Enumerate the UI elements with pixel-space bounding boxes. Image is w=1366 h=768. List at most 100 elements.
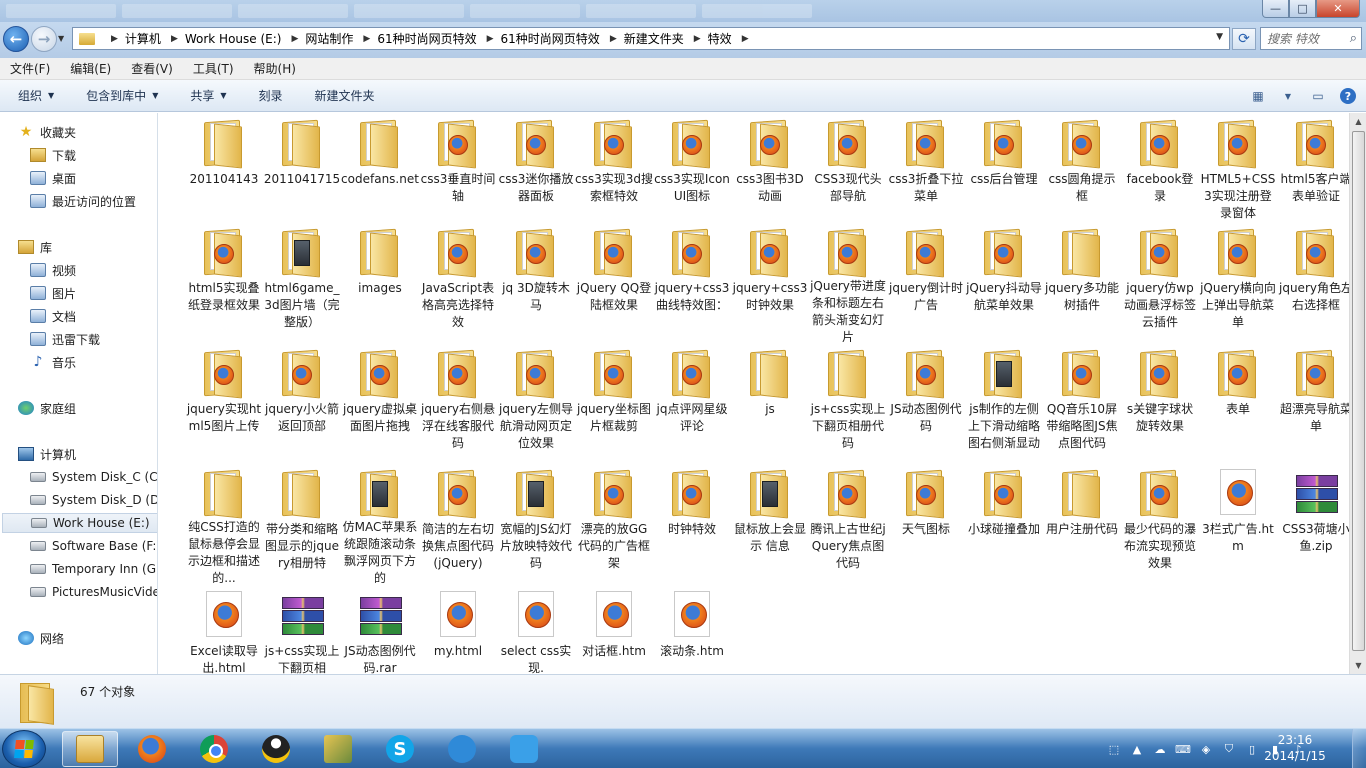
search-icon[interactable]: ⌕ [1350, 31, 1357, 46]
nav-network[interactable]: 网络 [18, 628, 157, 648]
menu-file[interactable]: 文件(F) [0, 60, 60, 77]
folder-item[interactable]: QQ音乐10屏带缩略图JS焦点图代码 [1043, 343, 1121, 463]
recent-pages-dropdown[interactable]: ▼ [58, 34, 64, 43]
breadcrumb-item[interactable]: 网站制作 [305, 30, 353, 47]
file-item[interactable]: 对话框.htm [575, 585, 653, 674]
nav-drive-e[interactable]: Work House (E:) [2, 513, 157, 533]
nav-documents[interactable]: 文档 [30, 306, 157, 326]
nav-computer[interactable]: 计算机 [18, 444, 157, 464]
preview-pane-icon[interactable]: ▭ [1310, 88, 1326, 104]
folder-item[interactable]: JS动态图例代码 [887, 343, 965, 463]
folder-item[interactable]: css3图书3D动画 [731, 113, 809, 233]
organize-button[interactable]: 组织 ▼ [0, 87, 68, 104]
breadcrumb-item[interactable]: 特效 [708, 30, 732, 47]
folder-item[interactable]: jquery左侧导航滑动网页定位效果 [497, 343, 575, 463]
breadcrumb-separator-icon[interactable]: ▶ [291, 34, 298, 44]
nav-libraries[interactable]: 库 [18, 237, 157, 257]
menu-edit[interactable]: 编辑(E) [60, 60, 121, 77]
help-icon[interactable]: ? [1340, 88, 1356, 104]
folder-item[interactable]: jquery小火箭返回顶部 [263, 343, 341, 463]
file-item[interactable]: my.html [419, 585, 497, 674]
folder-item[interactable]: 天气图标 [887, 463, 965, 583]
tray-phone-icon[interactable]: ▯ [1244, 741, 1260, 757]
breadcrumb-separator-icon[interactable]: ▶ [363, 34, 370, 44]
folder-item[interactable]: jQuery带进度条和标题左右箭头渐变幻灯片 [809, 222, 887, 342]
taskbar-firefox[interactable] [124, 731, 180, 767]
taskbar-explorer[interactable] [62, 731, 118, 767]
taskbar-skype[interactable]: S [372, 731, 428, 767]
folder-item[interactable]: 表单 [1199, 343, 1277, 463]
nav-downloads[interactable]: 下载 [30, 145, 157, 165]
menu-help[interactable]: 帮助(H) [244, 60, 306, 77]
folder-item[interactable]: 腾讯上古世纪jQuery焦点图代码 [809, 463, 887, 583]
folder-item[interactable]: jQuery抖动导航菜单效果 [965, 222, 1043, 342]
taskbar-notes[interactable] [496, 731, 552, 767]
nav-drive-h[interactable]: PicturesMusicVide [30, 582, 157, 602]
folder-item[interactable]: jquery仿wp动画悬浮标签云插件 [1121, 222, 1199, 342]
folder-item[interactable]: facebook登录 [1121, 113, 1199, 233]
chevron-down-icon[interactable]: ▼ [1280, 88, 1296, 104]
close-button[interactable]: ✕ [1316, 0, 1360, 18]
scroll-up-arrow-icon[interactable]: ▲ [1350, 113, 1366, 130]
folder-item[interactable]: html5客户端表单验证 [1277, 113, 1349, 233]
tray-network-icon[interactable]: ◈ [1198, 741, 1214, 757]
folder-item[interactable]: jquery角色左右选择框 [1277, 222, 1349, 342]
folder-item[interactable]: 带分类和缩略图显示的jquery相册特 [263, 463, 341, 583]
folder-item[interactable]: images [341, 222, 419, 342]
nav-favorites[interactable]: ★ 收藏夹 [18, 122, 157, 142]
burn-button[interactable]: 刻录 [241, 87, 297, 104]
folder-item[interactable]: js [731, 343, 809, 463]
nav-music[interactable]: ♪ 音乐 [30, 352, 157, 372]
folder-item[interactable]: CSS3现代头部导航 [809, 113, 887, 233]
maximize-button[interactable]: □ [1289, 0, 1316, 18]
scroll-down-arrow-icon[interactable]: ▼ [1350, 657, 1366, 674]
folder-item[interactable]: jQuery横向向上弹出导航菜单 [1199, 222, 1277, 342]
breadcrumb-separator-icon[interactable]: ▶ [742, 34, 749, 44]
nav-drive-g[interactable]: Temporary Inn (G: [30, 559, 157, 579]
folder-item[interactable]: jquery+css3时钟效果 [731, 222, 809, 342]
minimize-button[interactable]: — [1262, 0, 1289, 18]
menu-view[interactable]: 查看(V) [121, 60, 183, 77]
folder-item[interactable]: css3折叠下拉菜单 [887, 113, 965, 233]
include-in-library-button[interactable]: 包含到库中 ▼ [68, 87, 172, 104]
folder-item[interactable]: 简洁的左右切换焦点图代码(jQuery) [419, 463, 497, 583]
nav-desktop[interactable]: 桌面 [30, 168, 157, 188]
folder-item[interactable]: 最少代码的瀑布流实现预览效果 [1121, 463, 1199, 583]
vertical-scrollbar[interactable]: ▲ ▼ [1349, 113, 1366, 674]
address-bar[interactable]: ▶ 计算机 ▶ Work House (E:) ▶ 网站制作 ▶ 61种时尚网页特效 ▶ 61种时… [72, 27, 1230, 50]
file-item[interactable]: JS动态图例代码.rar [341, 585, 419, 674]
nav-pictures[interactable]: 图片 [30, 283, 157, 303]
folder-item[interactable]: html5实现叠纸登录框效果 [185, 222, 263, 342]
forward-button[interactable]: → [31, 26, 57, 52]
folder-item[interactable]: jQuery QQ登陆框效果 [575, 222, 653, 342]
folder-item[interactable]: jquery坐标图片框裁剪 [575, 343, 653, 463]
folder-item[interactable]: 鼠标放上会显示 信息 [731, 463, 809, 583]
tray-shield-icon[interactable]: ⛉ [1221, 741, 1237, 757]
folder-item[interactable]: codefans.net [341, 113, 419, 233]
folder-item[interactable]: css后台管理 [965, 113, 1043, 233]
taskbar-tool[interactable] [310, 731, 366, 767]
folder-item[interactable]: 纯CSS打造的鼠标悬停会显示边框和描述的... [185, 463, 263, 583]
folder-item[interactable]: JavaScript表格高亮选择特效 [419, 222, 497, 342]
folder-item[interactable]: css3实现3d搜索框特效 [575, 113, 653, 233]
show-desktop-button[interactable] [1352, 729, 1366, 768]
tray-ime-icon[interactable]: ⌨ [1175, 741, 1191, 757]
folder-item[interactable]: HTML5+CSS3实现注册登录窗体 [1199, 113, 1277, 233]
folder-item[interactable]: 仿MAC苹果系统跟随滚动条飘浮网页下方的 [341, 463, 419, 583]
menu-tools[interactable]: 工具(T) [183, 60, 244, 77]
tray-app-icon[interactable]: ⬚ [1106, 741, 1122, 757]
folder-item[interactable]: 时钟特效 [653, 463, 731, 583]
folder-item[interactable]: jquery右侧悬浮在线客服代码 [419, 343, 497, 463]
clock[interactable]: 23:16 2014/1/15 [1260, 732, 1330, 764]
search-input[interactable]: 搜索 特效 ⌕ [1260, 27, 1362, 50]
breadcrumb-item[interactable]: Work House (E:) [185, 32, 282, 46]
breadcrumb-item[interactable]: 61种时尚网页特效 [501, 30, 600, 47]
folder-item[interactable]: jquery多功能树插件 [1043, 222, 1121, 342]
folder-item[interactable]: jq 3D旋转木马 [497, 222, 575, 342]
file-item[interactable]: 3栏式广告.htm [1199, 463, 1277, 583]
breadcrumb-item[interactable]: 新建文件夹 [624, 30, 684, 47]
folder-item[interactable]: s关键字球状旋转效果 [1121, 343, 1199, 463]
taskbar-baidu[interactable] [434, 731, 490, 767]
folder-item[interactable]: css3垂直时间轴 [419, 113, 497, 233]
breadcrumb-separator-icon[interactable]: ▶ [487, 34, 494, 44]
